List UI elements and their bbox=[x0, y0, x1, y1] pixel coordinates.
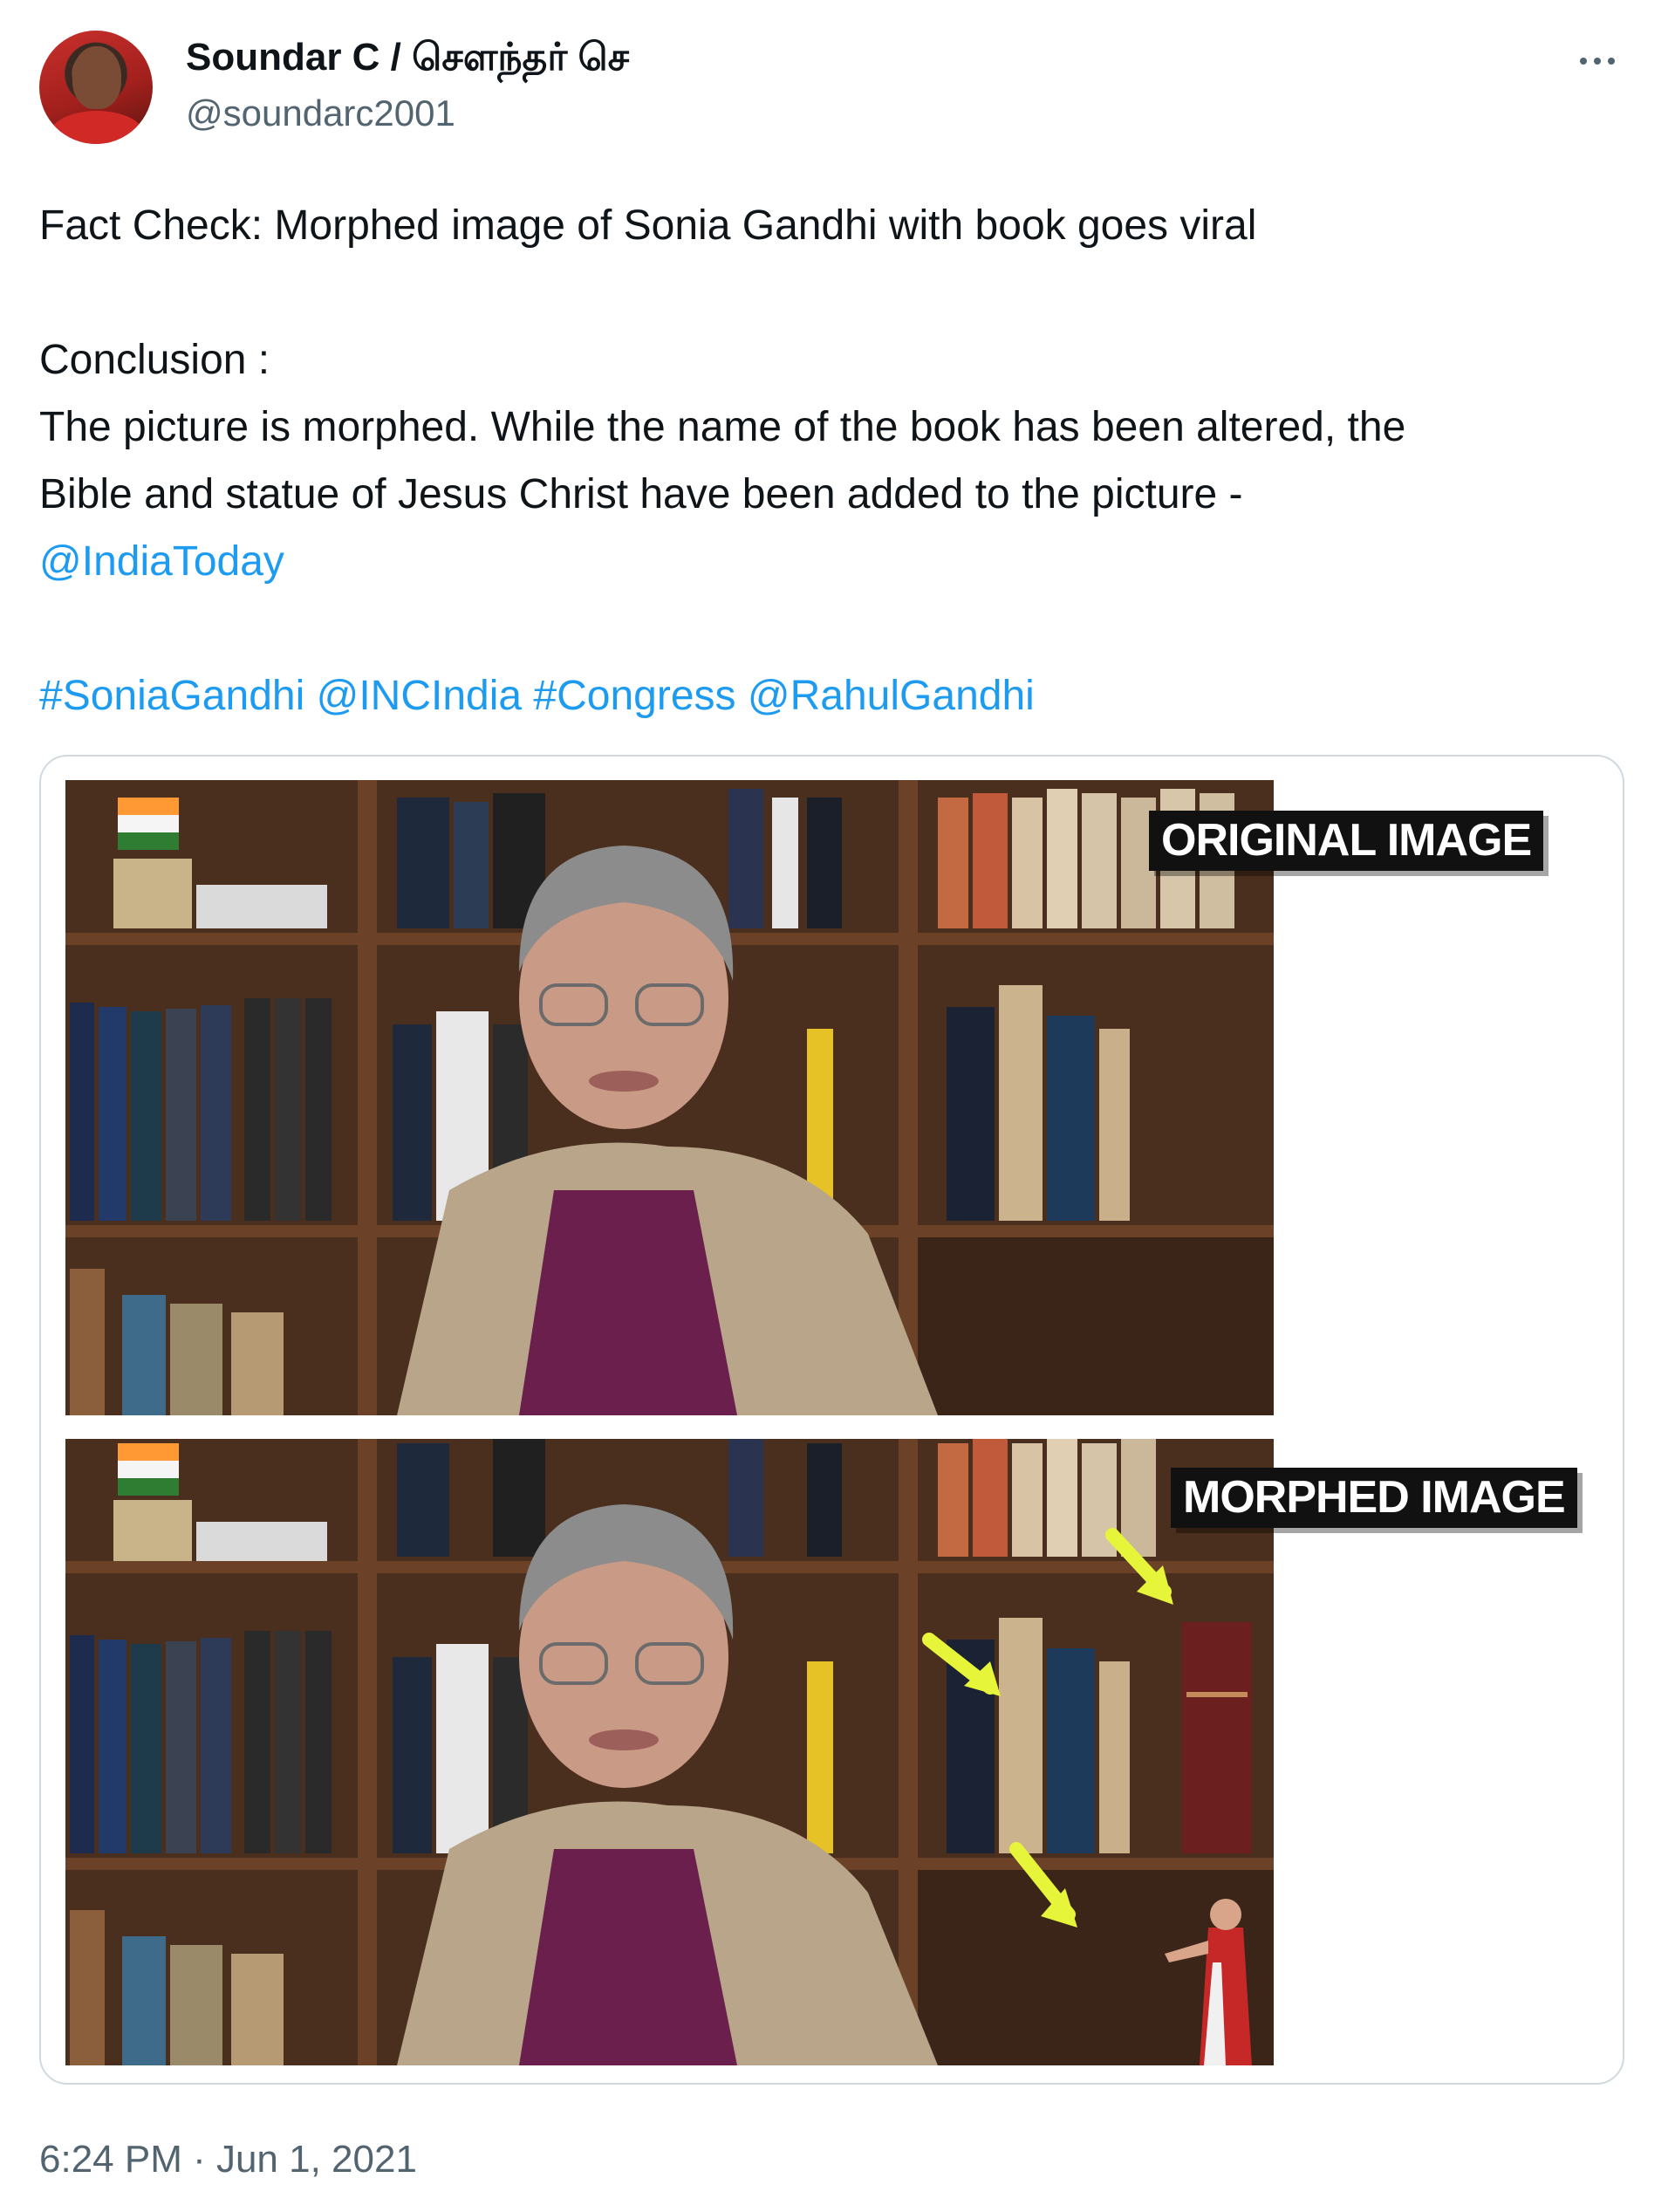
author-display-name[interactable]: Soundar C / சௌந்தர் செ bbox=[186, 35, 629, 81]
label-morphed-image: MORPHED IMAGE bbox=[1171, 1468, 1577, 1529]
original-image bbox=[65, 780, 1274, 1415]
mention-rahulgandhi[interactable]: @RahulGandhi bbox=[748, 673, 1035, 719]
label-original-image: ORIGINAL IMAGE bbox=[1149, 811, 1544, 872]
avatar[interactable] bbox=[39, 31, 153, 144]
tweet-text: Fact Check: Morphed image of Sonia Gandh… bbox=[39, 192, 1636, 729]
hashtag-congress[interactable]: #Congress bbox=[533, 673, 735, 719]
author-handle[interactable]: @soundarc2001 bbox=[186, 92, 455, 135]
tweet-card: Soundar C / சௌந்தர் செ @soundarc2001 Fac… bbox=[0, 0, 1675, 2212]
morphed-image bbox=[65, 1439, 1274, 2065]
tweet-line-headline: Fact Check: Morphed image of Sonia Gandh… bbox=[39, 202, 1257, 249]
more-horizontal-icon[interactable] bbox=[1567, 45, 1628, 77]
hashtag-soniagandhi[interactable]: #SoniaGandhi bbox=[39, 673, 304, 719]
tweet-line-body-2: Bible and statue of Jesus Christ have be… bbox=[39, 471, 1243, 517]
tweet-timestamp[interactable]: 6:24 PM · Jun 1, 2021 bbox=[39, 2138, 417, 2181]
mention-indiatoday[interactable]: @IndiaToday bbox=[39, 538, 284, 585]
tweet-line-body-1: The picture is morphed. While the name o… bbox=[39, 404, 1406, 450]
tweet-line-conclusion: Conclusion : bbox=[39, 337, 270, 383]
mention-incindia[interactable]: @INCIndia bbox=[317, 673, 522, 719]
media-card[interactable]: ORIGINAL IMAGE MORPHED IMAGE bbox=[39, 755, 1624, 2085]
